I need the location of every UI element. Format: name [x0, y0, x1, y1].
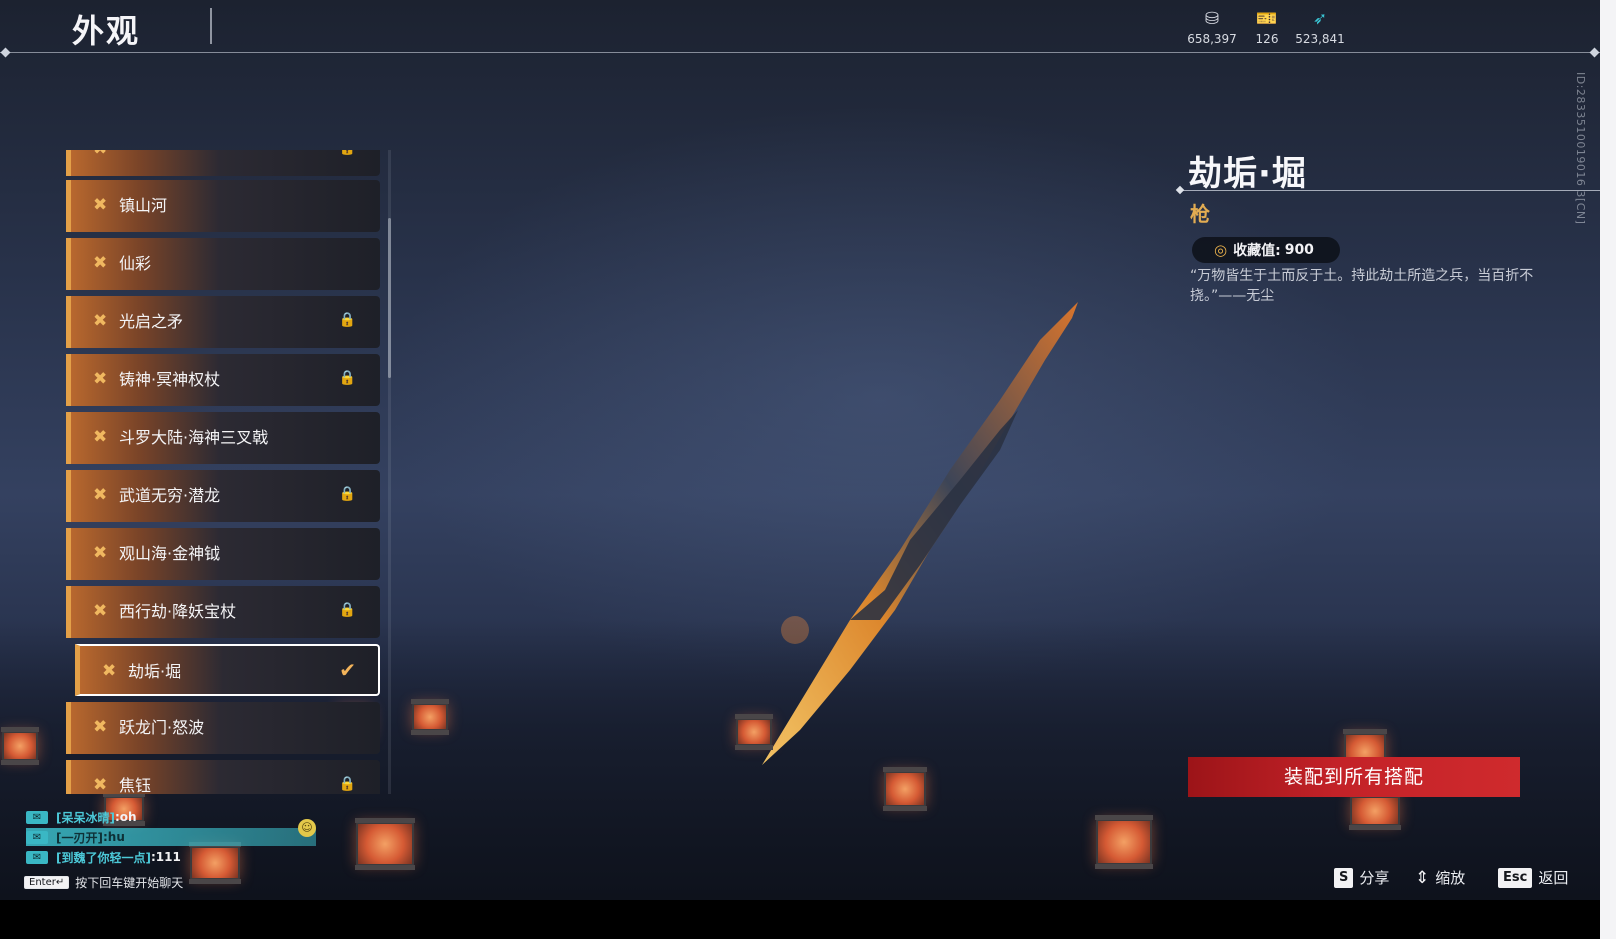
- list-item[interactable]: ✖ 铸神·冥神权杖 🔒: [66, 354, 380, 406]
- spear-skin-icon: ✖: [93, 427, 108, 447]
- spear-skin-icon: ✖: [93, 150, 107, 159]
- chat-message[interactable]: ✉ [到魏了你轻一点] :111: [26, 848, 181, 866]
- item-label: 武道无穷·潜龙: [119, 486, 221, 505]
- enter-key: Enter↵: [24, 876, 70, 889]
- chat-sender: [呆呆冰晴]: [56, 810, 115, 825]
- item-label: 焦钰: [119, 776, 152, 794]
- spear-skin-icon: ✖: [93, 195, 108, 215]
- chat-sender: [一刃开]: [56, 830, 103, 845]
- name-underline: [1175, 185, 1600, 195]
- lantern: [1, 727, 39, 765]
- chat-text: :hu: [102, 830, 125, 844]
- spear-skin-icon: ✖: [93, 775, 108, 794]
- lock-icon: 🔒: [338, 370, 356, 386]
- header-divider: [0, 47, 1600, 58]
- lock-icon: 🔒: [338, 312, 356, 328]
- list-item[interactable]: ✖ 武道无穷·潜龙 🔒: [66, 470, 380, 522]
- lock-icon: 🔒: [338, 602, 356, 618]
- chat-input-hint[interactable]: Enter↵ 按下回车键开始聊天: [24, 874, 183, 891]
- check-icon: ✔: [339, 658, 356, 682]
- spear-skin-icon: ✖: [93, 485, 108, 505]
- item-type: 枪: [1190, 202, 1210, 226]
- lock-icon: 🔒: [338, 486, 356, 502]
- share-key: S: [1334, 867, 1354, 888]
- zoom-button[interactable]: ⇕ 缩放: [1415, 867, 1465, 888]
- item-label: 铸神·冥神权杖: [119, 370, 221, 389]
- spear-skin-icon: ✖: [102, 661, 117, 681]
- chat-text: :oh: [114, 810, 137, 824]
- collection-label: 收藏值:: [1233, 243, 1281, 259]
- list-item[interactable]: ✖ 跃龙门·怒波: [66, 702, 380, 754]
- currency-feather[interactable]: ➶ 523,841: [1285, 8, 1355, 46]
- list-item-selected[interactable]: ✖ 劫垢·堀 ✔: [75, 644, 380, 696]
- lock-icon: 🔒: [338, 776, 356, 792]
- chat-message[interactable]: ✉ [呆呆冰晴] :oh: [26, 808, 137, 826]
- list-item[interactable]: ✖ 仙彩: [66, 238, 380, 290]
- list-item[interactable]: ✖ 斗罗大陆·海神三叉戟: [66, 412, 380, 464]
- back-button[interactable]: Esc 返回: [1498, 867, 1568, 888]
- spear-skin-icon: ✖: [93, 253, 108, 273]
- back-label: 返回: [1538, 869, 1569, 887]
- item-label: 观山海·金神钺: [119, 544, 221, 563]
- item-name: 劫垢·堀: [1188, 154, 1307, 194]
- zoom-label: 缩放: [1435, 869, 1466, 887]
- spear-skin-icon: ✖: [93, 369, 108, 389]
- window-edge: [1600, 0, 1616, 939]
- item-description: “万物皆生于土而反于土。持此劫土所造之兵，当百折不挠。”——无尘: [1190, 268, 1534, 304]
- item-label: 劫垢·堀: [128, 662, 182, 681]
- collection-value-badge: ◎ 收藏值: 900: [1192, 237, 1340, 263]
- lantern: [1349, 792, 1401, 830]
- chat-channel-icon: ✉: [26, 850, 48, 864]
- top-bar: 外观 ⛁ 658,397 🎫 126 ➶ 523,841: [0, 0, 1600, 54]
- lantern: [883, 767, 927, 811]
- esc-key: Esc: [1498, 867, 1533, 888]
- list-item[interactable]: ✖ 焦钰 🔒: [66, 760, 380, 794]
- list-item[interactable]: ✖ 西行劫·降妖宝杖 🔒: [66, 586, 380, 638]
- chat-channel-icon: ✉: [26, 830, 48, 844]
- list-item[interactable]: ✖ 镇山河: [66, 180, 380, 232]
- item-label: 光启之矛: [119, 312, 184, 331]
- feather-icon: ➶: [1312, 9, 1328, 29]
- lantern: [735, 714, 773, 750]
- chat-sender: [到魏了你轻一点]: [56, 850, 151, 865]
- item-label: 镇山河: [119, 196, 168, 215]
- currency-value: 523,841: [1295, 32, 1345, 46]
- list-scrollbar-thumb[interactable]: [388, 218, 391, 378]
- item-label: 跃龙门·怒波: [119, 718, 205, 737]
- lantern: [411, 699, 449, 735]
- title-divider: [210, 8, 212, 44]
- collection-value: 900: [1284, 242, 1314, 258]
- lantern: [189, 842, 241, 884]
- lantern: [1095, 815, 1153, 869]
- list-item[interactable]: ✖ 观山海·金神钺: [66, 528, 380, 580]
- page-title: 外观: [72, 12, 141, 50]
- chat-channel-icon: ✉: [26, 810, 48, 824]
- share-label: 分享: [1359, 869, 1390, 887]
- item-label: 西行劫·降妖宝杖: [119, 602, 237, 621]
- lock-icon: 🔒: [339, 150, 356, 156]
- spear-skin-icon: ✖: [93, 601, 108, 621]
- chat-text: :111: [150, 850, 181, 864]
- item-label: 斗罗大陆·海神三叉戟: [119, 428, 269, 447]
- mouse-zoom-icon: ⇕: [1415, 867, 1430, 888]
- list-item[interactable]: ✖ 光启之矛 🔒: [66, 296, 380, 348]
- item-label: 仙彩: [119, 254, 152, 273]
- window-bottom-bar: [0, 900, 1600, 939]
- chat-hint-label: 按下回车键开始聊天: [75, 876, 184, 890]
- chat-message-highlighted[interactable]: ✉ [一刃开] :hu: [26, 828, 316, 846]
- spear-skin-icon: ✖: [93, 543, 108, 563]
- chat-emoji-icon: ☺: [298, 819, 316, 837]
- lantern: [355, 818, 415, 870]
- spear-skin-icon: ✖: [93, 311, 108, 331]
- skin-list: ✖ 🔒 ✖ 镇山河 ✖ 仙彩 ✖ 光启之矛 🔒 ✖ 铸神·冥神权杖 🔒 ✖ 斗罗…: [66, 150, 382, 794]
- equip-all-button[interactable]: 装配到所有搭配: [1188, 757, 1520, 797]
- spear-skin-icon: ✖: [93, 717, 108, 737]
- server-id: ID:2833510019016 3[CN]: [1574, 72, 1587, 225]
- collection-coin-icon: ◎: [1214, 241, 1228, 259]
- share-button[interactable]: S 分享: [1334, 867, 1389, 888]
- game-scene: 外观 ⛁ 658,397 🎫 126 ➶ 523,841 ID:28335100…: [0, 0, 1600, 900]
- list-item-partial[interactable]: ✖ 🔒: [66, 150, 380, 176]
